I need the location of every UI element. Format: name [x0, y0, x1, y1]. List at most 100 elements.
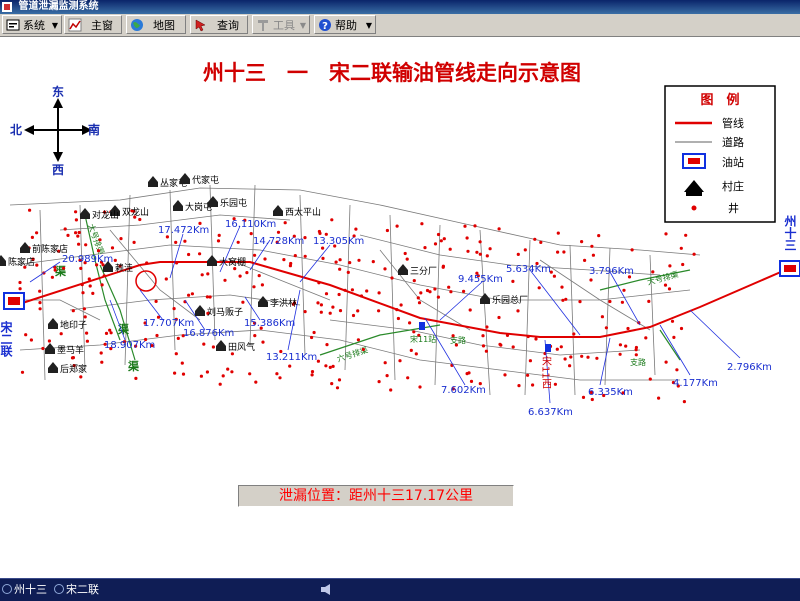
status-icon	[54, 584, 64, 594]
village-label: 对龙山	[92, 209, 119, 221]
statusbar: 州十三 宋二联	[0, 578, 800, 601]
speaker-icon[interactable]	[320, 583, 332, 596]
well-dot	[534, 337, 538, 341]
distance-label: 3.796Km	[589, 266, 634, 277]
well-dot	[310, 335, 314, 340]
map-label: 地图	[153, 19, 175, 32]
well-dot	[288, 364, 292, 368]
village-label: 地印子	[60, 319, 87, 331]
well-dot	[634, 353, 638, 357]
well-dot	[338, 267, 342, 271]
village-label: 墨马羊	[57, 344, 84, 356]
well-dot	[226, 367, 230, 371]
well-dot	[433, 287, 437, 291]
well-dot	[50, 275, 55, 279]
well-dot	[622, 288, 626, 292]
well-dot	[176, 336, 180, 340]
well-dot	[420, 222, 424, 226]
query-label: 查询	[217, 19, 239, 32]
help-menu-button[interactable]: ? 帮助 ▼	[314, 15, 376, 34]
well-dot	[569, 355, 573, 359]
well-dot	[338, 309, 343, 313]
well-dot	[664, 360, 668, 364]
well-dot	[648, 377, 652, 381]
well-dot	[399, 303, 403, 307]
tools-menu-button[interactable]: 工具 ▼	[252, 15, 310, 34]
well-dot	[85, 339, 89, 343]
query-button[interactable]: 查询	[190, 15, 248, 34]
well-dot	[462, 289, 466, 293]
well-dot	[79, 375, 83, 379]
well-dot	[679, 326, 684, 331]
well-dot	[187, 293, 191, 297]
well-dot	[517, 384, 521, 388]
well-dot	[465, 236, 469, 240]
well-dot	[241, 300, 245, 304]
distance-label: 14.728Km	[253, 236, 304, 247]
well-dot	[278, 376, 282, 380]
status-tab-song2lian[interactable]: 宋二联	[52, 581, 104, 598]
well-dot	[18, 287, 22, 291]
village-label: 田风气	[228, 341, 255, 353]
well-dot	[238, 274, 242, 278]
map-button[interactable]: 地图	[126, 15, 186, 34]
village-label: 大岗屯	[185, 201, 212, 213]
well-dot	[312, 330, 316, 335]
well-dot	[449, 290, 453, 294]
system-menu-button[interactable]: 系统 ▼	[2, 15, 62, 34]
well-dot	[71, 309, 75, 313]
well-dot	[263, 257, 267, 261]
well-dot	[74, 231, 78, 235]
compass-north: 北	[10, 122, 22, 137]
well-dot	[626, 326, 630, 331]
well-dot	[205, 295, 209, 299]
well-dot	[88, 284, 92, 288]
well-dot-icon	[691, 205, 697, 211]
well-dot	[328, 365, 332, 369]
well-dot	[589, 278, 593, 282]
well-dot	[275, 372, 279, 376]
well-dot	[248, 372, 252, 376]
village-label: 李洪林	[270, 297, 297, 309]
well-dot	[533, 237, 537, 241]
well-dot	[29, 338, 33, 342]
legend: 图 例 管线 道路 油站 村庄 井	[664, 85, 776, 223]
well-dot	[338, 258, 342, 262]
well-dot	[556, 250, 560, 254]
help-icon: ?	[319, 19, 331, 32]
well-dot	[377, 291, 381, 295]
well-dot	[138, 217, 142, 222]
well-dot	[436, 232, 441, 237]
well-dot	[316, 301, 320, 305]
well-dot	[684, 233, 688, 237]
well-dot	[503, 373, 507, 377]
well-dot	[76, 234, 80, 238]
status-tab-zhou13[interactable]: 州十三	[0, 581, 52, 598]
well-dot	[568, 364, 572, 368]
well-dot	[253, 334, 257, 338]
main-window-button[interactable]: 主窗	[64, 15, 122, 34]
well-dot	[154, 299, 158, 303]
well-dot	[236, 240, 240, 244]
well-dot	[331, 305, 335, 309]
well-dot	[319, 303, 323, 307]
well-dot	[350, 288, 354, 292]
tools-icon	[258, 20, 268, 31]
well-dot	[552, 274, 557, 278]
well-dot	[187, 252, 191, 257]
village-label: 三分厂	[410, 266, 437, 277]
distance-label: 4.177Km	[673, 378, 718, 389]
well-dot	[578, 300, 582, 304]
well-dot	[624, 344, 628, 348]
well-dot	[634, 348, 638, 352]
well-dot	[35, 231, 39, 235]
well-dot	[396, 316, 400, 321]
well-dot	[523, 248, 527, 252]
well-dot	[206, 272, 210, 276]
well-dot	[81, 291, 85, 295]
chart-icon	[68, 18, 82, 32]
query-arrow-icon	[195, 19, 206, 32]
well-dot	[377, 380, 381, 384]
status-icon	[2, 584, 12, 594]
compass-south: 南	[88, 122, 100, 137]
